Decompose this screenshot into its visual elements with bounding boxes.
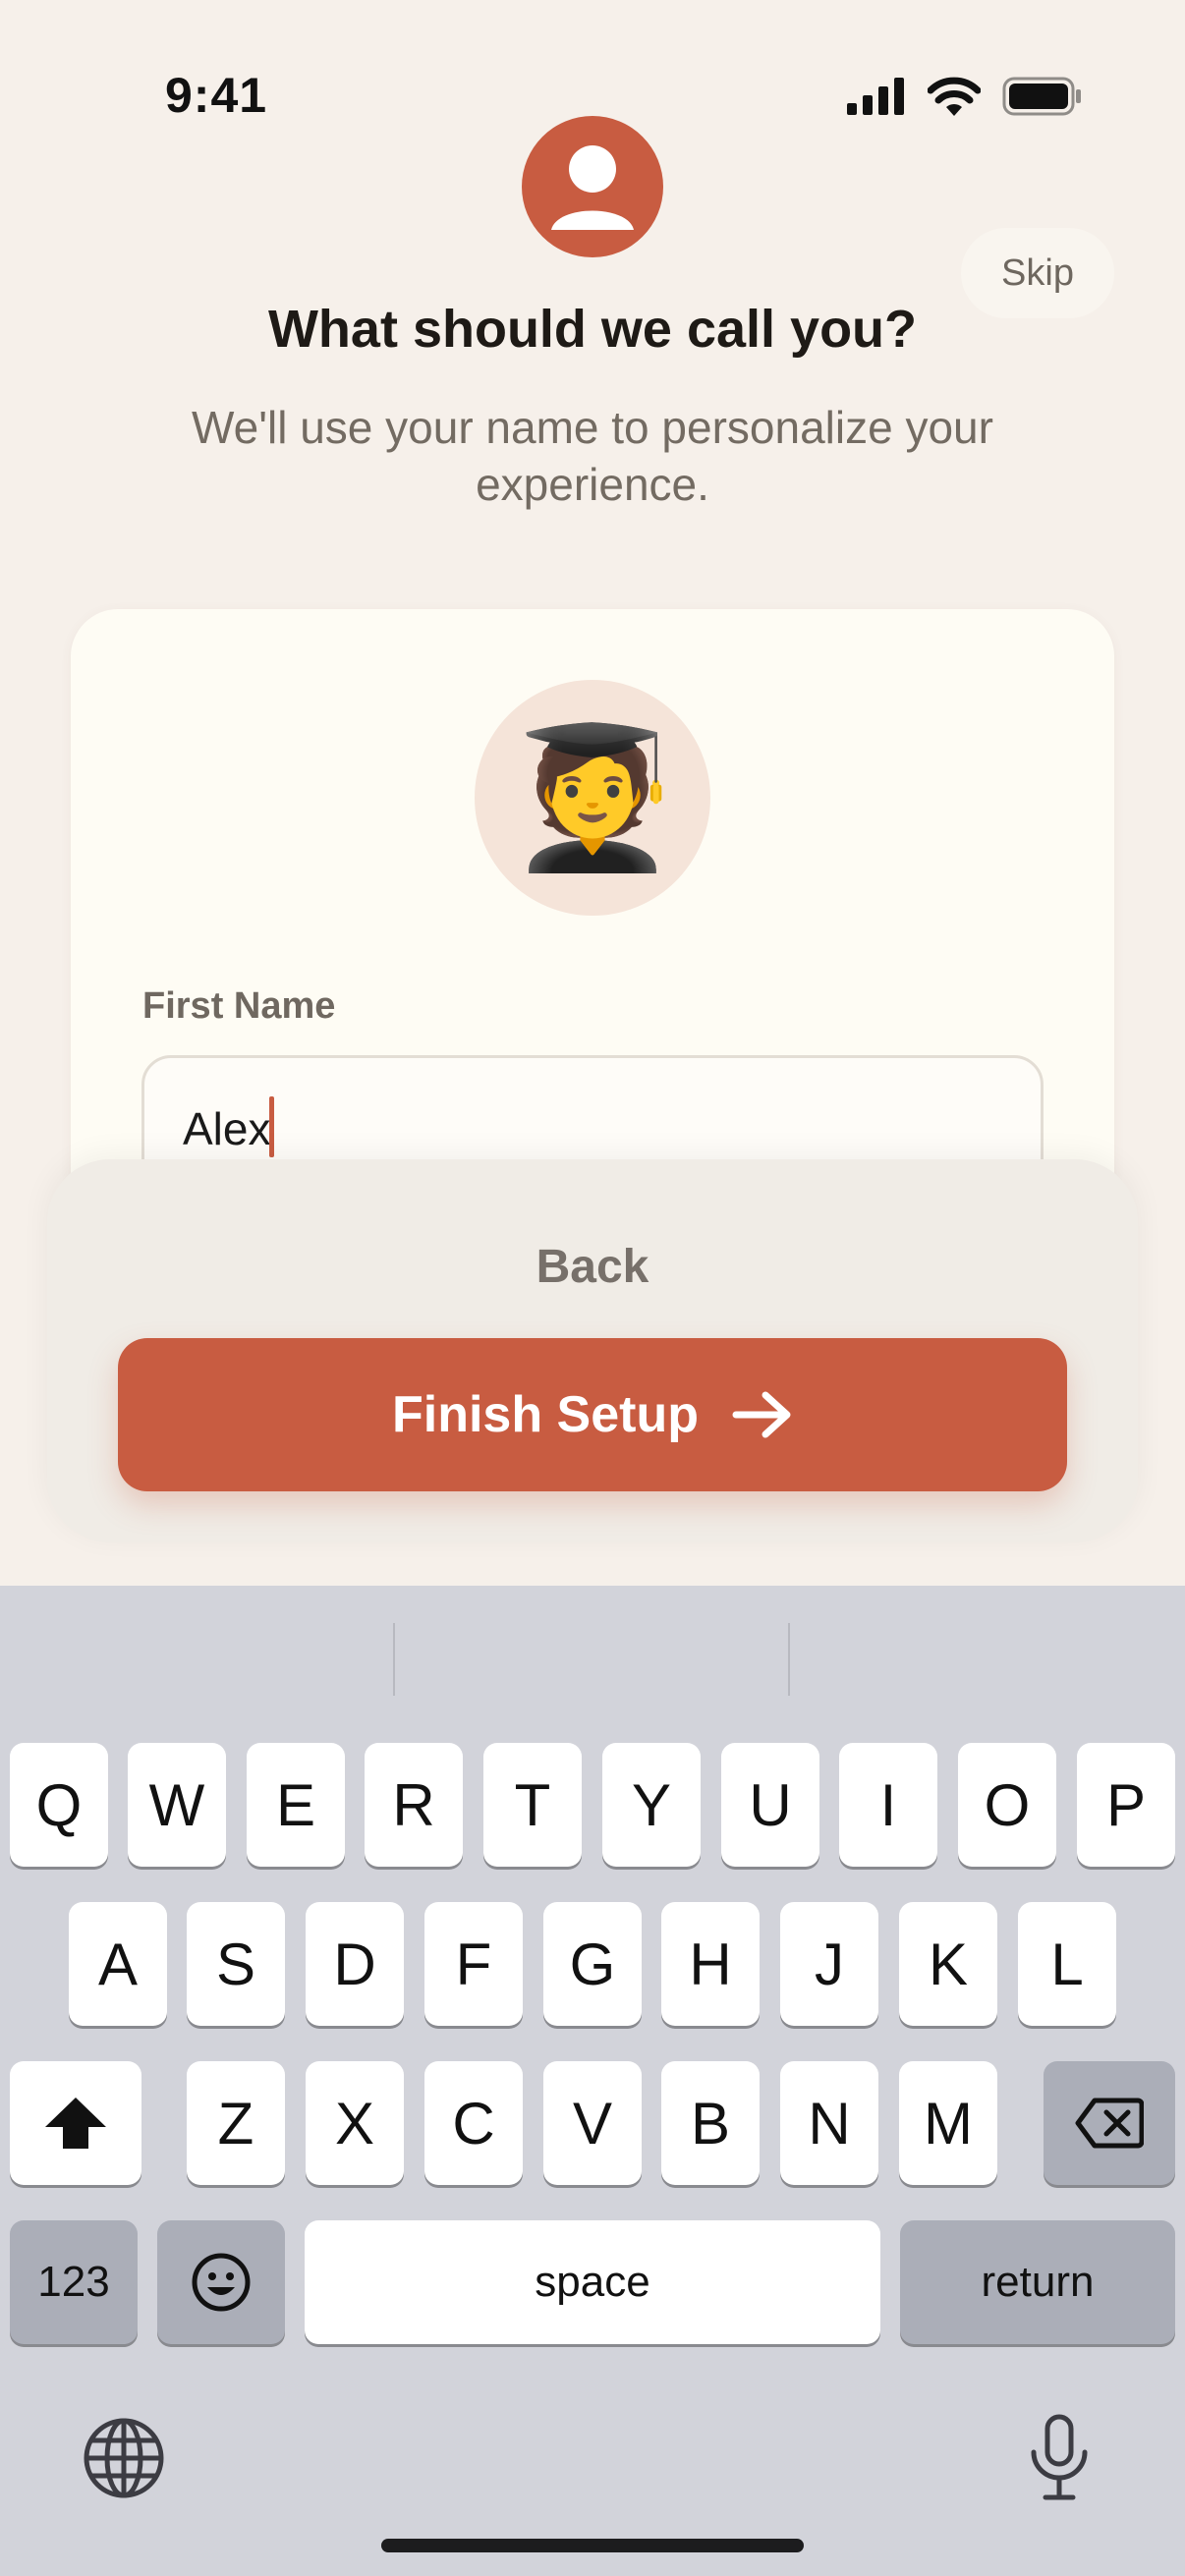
arrow-right-icon [732, 1391, 791, 1438]
microphone-icon [1031, 2414, 1088, 2500]
suggestion-divider [788, 1623, 790, 1696]
key-t[interactable]: T [483, 1743, 582, 1867]
return-key[interactable]: return [900, 2220, 1175, 2344]
emoji-key[interactable] [157, 2220, 285, 2344]
first-name-value: Alex [183, 1103, 271, 1154]
globe-button[interactable] [83, 2417, 165, 2504]
key-i[interactable]: I [839, 1743, 937, 1867]
key-x[interactable]: X [306, 2061, 404, 2185]
student-emoji-icon: 🧑‍🎓 [506, 720, 679, 874]
status-time: 9:41 [165, 68, 268, 123]
globe-icon [84, 2418, 164, 2498]
shift-key[interactable] [10, 2061, 141, 2185]
key-p[interactable]: P [1077, 1743, 1175, 1867]
key-d[interactable]: D [306, 1902, 404, 2026]
back-button[interactable]: Back [0, 1240, 1185, 1294]
numbers-key[interactable]: 123 [10, 2220, 138, 2344]
page-title: What should we call you? [267, 300, 918, 359]
microphone-button[interactable] [1028, 2413, 1091, 2508]
key-y[interactable]: Y [602, 1743, 701, 1867]
finish-setup-button[interactable]: Finish Setup [118, 1338, 1067, 1491]
battery-icon [1002, 77, 1081, 116]
key-s[interactable]: S [187, 1902, 285, 2026]
key-m[interactable]: M [899, 2061, 997, 2185]
user-icon [551, 145, 634, 230]
backspace-key[interactable] [1044, 2061, 1175, 2185]
key-l[interactable]: L [1018, 1902, 1116, 2026]
key-j[interactable]: J [780, 1902, 878, 2026]
home-indicator [381, 2539, 804, 2552]
key-h[interactable]: H [661, 1902, 760, 2026]
key-r[interactable]: R [365, 1743, 463, 1867]
key-g[interactable]: G [543, 1902, 642, 2026]
profile-header-icon [522, 116, 663, 257]
key-o[interactable]: O [958, 1743, 1056, 1867]
key-q[interactable]: Q [10, 1743, 108, 1867]
key-e[interactable]: E [247, 1743, 345, 1867]
space-key[interactable]: space [305, 2220, 880, 2344]
shift-icon [45, 2098, 106, 2149]
emoji-icon [192, 2253, 251, 2312]
finish-setup-label: Finish Setup [392, 1386, 699, 1443]
page-subtitle: We'll use your name to personalize your … [192, 402, 993, 510]
text-caret [269, 1096, 274, 1157]
backspace-icon [1075, 2098, 1144, 2149]
status-icons [847, 69, 1083, 124]
key-c[interactable]: C [424, 2061, 523, 2185]
avatar[interactable]: 🧑‍🎓 [475, 680, 710, 916]
key-z[interactable]: Z [187, 2061, 285, 2185]
wifi-icon [928, 77, 981, 116]
key-n[interactable]: N [780, 2061, 878, 2185]
suggestion-divider [393, 1623, 395, 1696]
key-b[interactable]: B [661, 2061, 760, 2185]
key-a[interactable]: A [69, 1902, 167, 2026]
first-name-label: First Name [142, 985, 336, 1027]
signal-icon [847, 78, 904, 115]
key-w[interactable]: W [128, 1743, 226, 1867]
key-f[interactable]: F [424, 1902, 523, 2026]
key-v[interactable]: V [543, 2061, 642, 2185]
key-k[interactable]: K [899, 1902, 997, 2026]
key-u[interactable]: U [721, 1743, 819, 1867]
